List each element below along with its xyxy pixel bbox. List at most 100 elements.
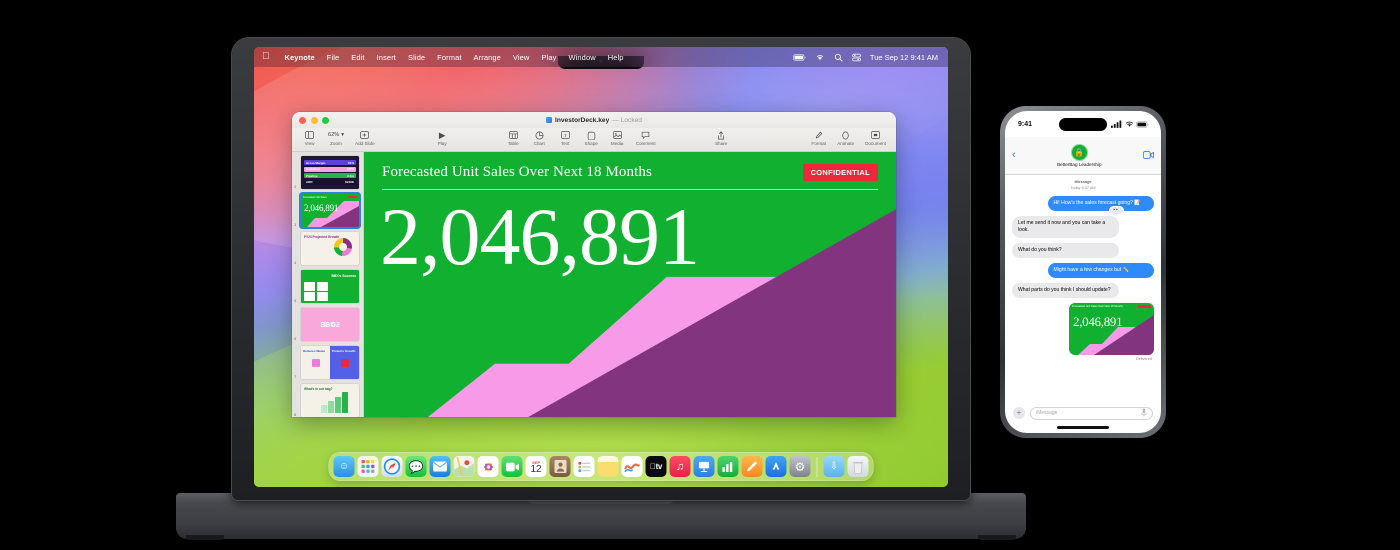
slide-thumbnail-3[interactable]: 3 Forecasted Unit Sales 2,046,891 [294, 194, 360, 227]
menu-bar[interactable]:  Keynote File Edit Insert Slide Format … [254, 47, 948, 67]
pages-icon[interactable] [741, 456, 763, 477]
menu-item-keynote[interactable]: Keynote [279, 53, 321, 62]
appletv-icon[interactable]: tv [645, 456, 667, 477]
toolbar-view-button[interactable]: View [302, 130, 317, 146]
slide-title-text: Forecasted Unit Sales Over Next 18 Month… [382, 164, 652, 180]
toolbar-text-button[interactable]: T Text [558, 130, 573, 146]
contacts-icon[interactable] [549, 456, 571, 477]
slide-navigator[interactable]: 2 Gross Margin 61% Retention 133% Pipeli… [292, 152, 364, 417]
appstore-icon[interactable] [765, 456, 787, 477]
menu-item-format[interactable]: Format [431, 53, 467, 62]
numbers-icon[interactable] [717, 456, 739, 477]
messages-icon[interactable]: 💬 [405, 456, 427, 477]
window-title-bar[interactable]: InvestorDeck.key — Locked [292, 112, 896, 128]
iphone-display[interactable]: 9:41 ‹ 🔒 BetterBag Leadership iMessage T… [1005, 111, 1161, 433]
slide-number-6: 6 [294, 336, 297, 341]
search-icon[interactable] [834, 53, 843, 62]
view-icon [305, 130, 314, 140]
slide-thumbnail-8[interactable]: 8 What's in our bag? [294, 384, 360, 417]
menu-item-file[interactable]: File [321, 53, 346, 62]
toolbar-format-button[interactable]: Format [811, 130, 826, 146]
slide-thumbnail-4[interactable]: 4 FY24 Projected Growth [294, 232, 360, 265]
slide-canvas[interactable]: Forecasted Unit Sales Over Next 18 Month… [364, 152, 896, 417]
facetime-icon[interactable] [501, 456, 523, 477]
message-bubble-incoming[interactable]: What parts do you think I should update? [1012, 282, 1119, 298]
safari-icon[interactable] [381, 456, 403, 477]
thumb-bar [342, 392, 348, 413]
music-icon[interactable]: ♫ [669, 456, 691, 477]
trash-icon[interactable] [847, 456, 869, 477]
group-avatar-icon[interactable]: 🔒 [1070, 144, 1088, 161]
toolbar-animate-button[interactable]: Animate [837, 130, 854, 146]
maximize-button[interactable] [322, 116, 329, 124]
apple-menu-icon[interactable]:  [262, 52, 270, 62]
menu-bar-status[interactable]: Tue Sep 12 9:41 AM [793, 53, 940, 62]
notes-icon[interactable] [597, 456, 619, 477]
toolbar-document-button[interactable]: Document [865, 130, 886, 146]
wifi-icon[interactable] [815, 53, 825, 61]
battery-icon[interactable] [793, 53, 806, 61]
back-chevron-icon[interactable]: ‹ [1012, 150, 1016, 161]
control-center-icon[interactable] [852, 53, 861, 62]
keynote-window[interactable]: InvestorDeck.key — Locked View 62% ▾ Zoo… [292, 112, 896, 417]
menu-item-arrange[interactable]: Arrange [468, 53, 507, 62]
minimize-button[interactable] [310, 116, 318, 124]
message-bubble-incoming[interactable]: Let me send it now and you can take a lo… [1012, 207, 1123, 238]
keynote-toolbar[interactable]: View 62% ▾ Zoom Add Slide ▶ Play Table C… [292, 128, 896, 152]
toolbar-comment-button[interactable]: Comment [636, 130, 656, 146]
slide-thumbnail-2[interactable]: 2 Gross Margin 61% Retention 133% Pipeli… [294, 156, 360, 189]
toolbar-view-label: View [304, 141, 315, 146]
menu-item-view[interactable]: View [507, 53, 536, 62]
calendar-icon[interactable]: SEP 12 [525, 456, 547, 477]
play-icon: ▶ [438, 129, 446, 140]
toolbar-zoom-control[interactable]: 62% ▾ Zoom [328, 130, 344, 146]
toolbar-chart-button[interactable]: Chart [532, 130, 547, 146]
reaction-eyes-icon[interactable]: 👀 [1110, 207, 1123, 215]
message-input-bar[interactable]: + iMessage [1005, 403, 1161, 423]
menu-item-insert[interactable]: Insert [371, 53, 402, 62]
photos-icon[interactable] [477, 456, 499, 477]
slide-thumbnail-5[interactable]: 5 BBX's Success [294, 270, 360, 303]
menu-item-slide[interactable]: Slide [402, 53, 431, 62]
toolbar-add-slide-button[interactable]: Add Slide [355, 130, 375, 146]
close-button[interactable] [299, 116, 306, 124]
zoom-value-row[interactable]: 62% ▾ [328, 130, 344, 140]
message-bubble-outgoing[interactable]: Might have a few changes but ✏️ [1047, 262, 1154, 278]
slide-thumbnail-7[interactable]: 7 Reduces Waste Protects Growth [294, 346, 360, 379]
conversation-header[interactable]: 🔒 BetterBag Leadership [1057, 144, 1102, 167]
maps-icon[interactable] [453, 456, 475, 477]
menu-item-play[interactable]: Play [535, 53, 562, 62]
metric-value: 61% [347, 160, 354, 165]
slide-divider [382, 189, 878, 190]
menu-item-window[interactable]: Window [562, 53, 601, 62]
thumb-heading: What's in our bag? [304, 387, 333, 391]
slide-thumbnail-6[interactable]: 6 BB♻2 [294, 308, 360, 341]
plus-icon[interactable]: + [1013, 407, 1025, 419]
downloads-folder-icon[interactable]: ⇩ [823, 456, 845, 477]
dock[interactable]: ☺ 💬 SEP 12 tv ♫ ⚙ ⇩ [328, 452, 874, 481]
toolbar-play-button[interactable]: ▶ Play [435, 129, 450, 147]
launchpad-icon[interactable] [357, 456, 379, 477]
freeform-icon[interactable] [621, 456, 643, 477]
settings-icon[interactable]: ⚙ [789, 456, 811, 477]
toolbar-share-button[interactable]: Share [714, 130, 729, 146]
toolbar-shape-button[interactable]: Shape [584, 130, 599, 146]
menu-item-edit[interactable]: Edit [345, 53, 370, 62]
finder-icon[interactable]: ☺ [333, 456, 355, 477]
audio-icon[interactable] [1141, 407, 1147, 419]
keynote-icon[interactable] [693, 456, 715, 477]
current-slide[interactable]: Forecasted Unit Sales Over Next 18 Month… [364, 152, 896, 417]
menu-item-help[interactable]: Help [602, 53, 630, 62]
iphone-nav-bar[interactable]: ‹ 🔒 BetterBag Leadership [1005, 137, 1161, 175]
reminders-icon[interactable] [573, 456, 595, 477]
mail-icon[interactable] [429, 456, 451, 477]
shared-slide-attachment[interactable]: Forecasted Unit Sales Over Next 18 Month… [1069, 302, 1154, 355]
message-thread[interactable]: iMessage Today 9:37 AM Hi! How's the sal… [1005, 175, 1161, 403]
message-input-field[interactable]: iMessage [1030, 406, 1153, 420]
message-bubble-outgoing[interactable]: Hi! How's the sales forecast going? 📝 [1047, 196, 1154, 212]
toolbar-table-button[interactable]: Table [506, 130, 521, 146]
toolbar-media-button[interactable]: Media [610, 130, 625, 146]
message-bubble-incoming[interactable]: What do you think? [1012, 243, 1119, 258]
facetime-video-icon[interactable] [1142, 150, 1155, 161]
menu-bar-clock[interactable]: Tue Sep 12 9:41 AM [870, 53, 938, 62]
